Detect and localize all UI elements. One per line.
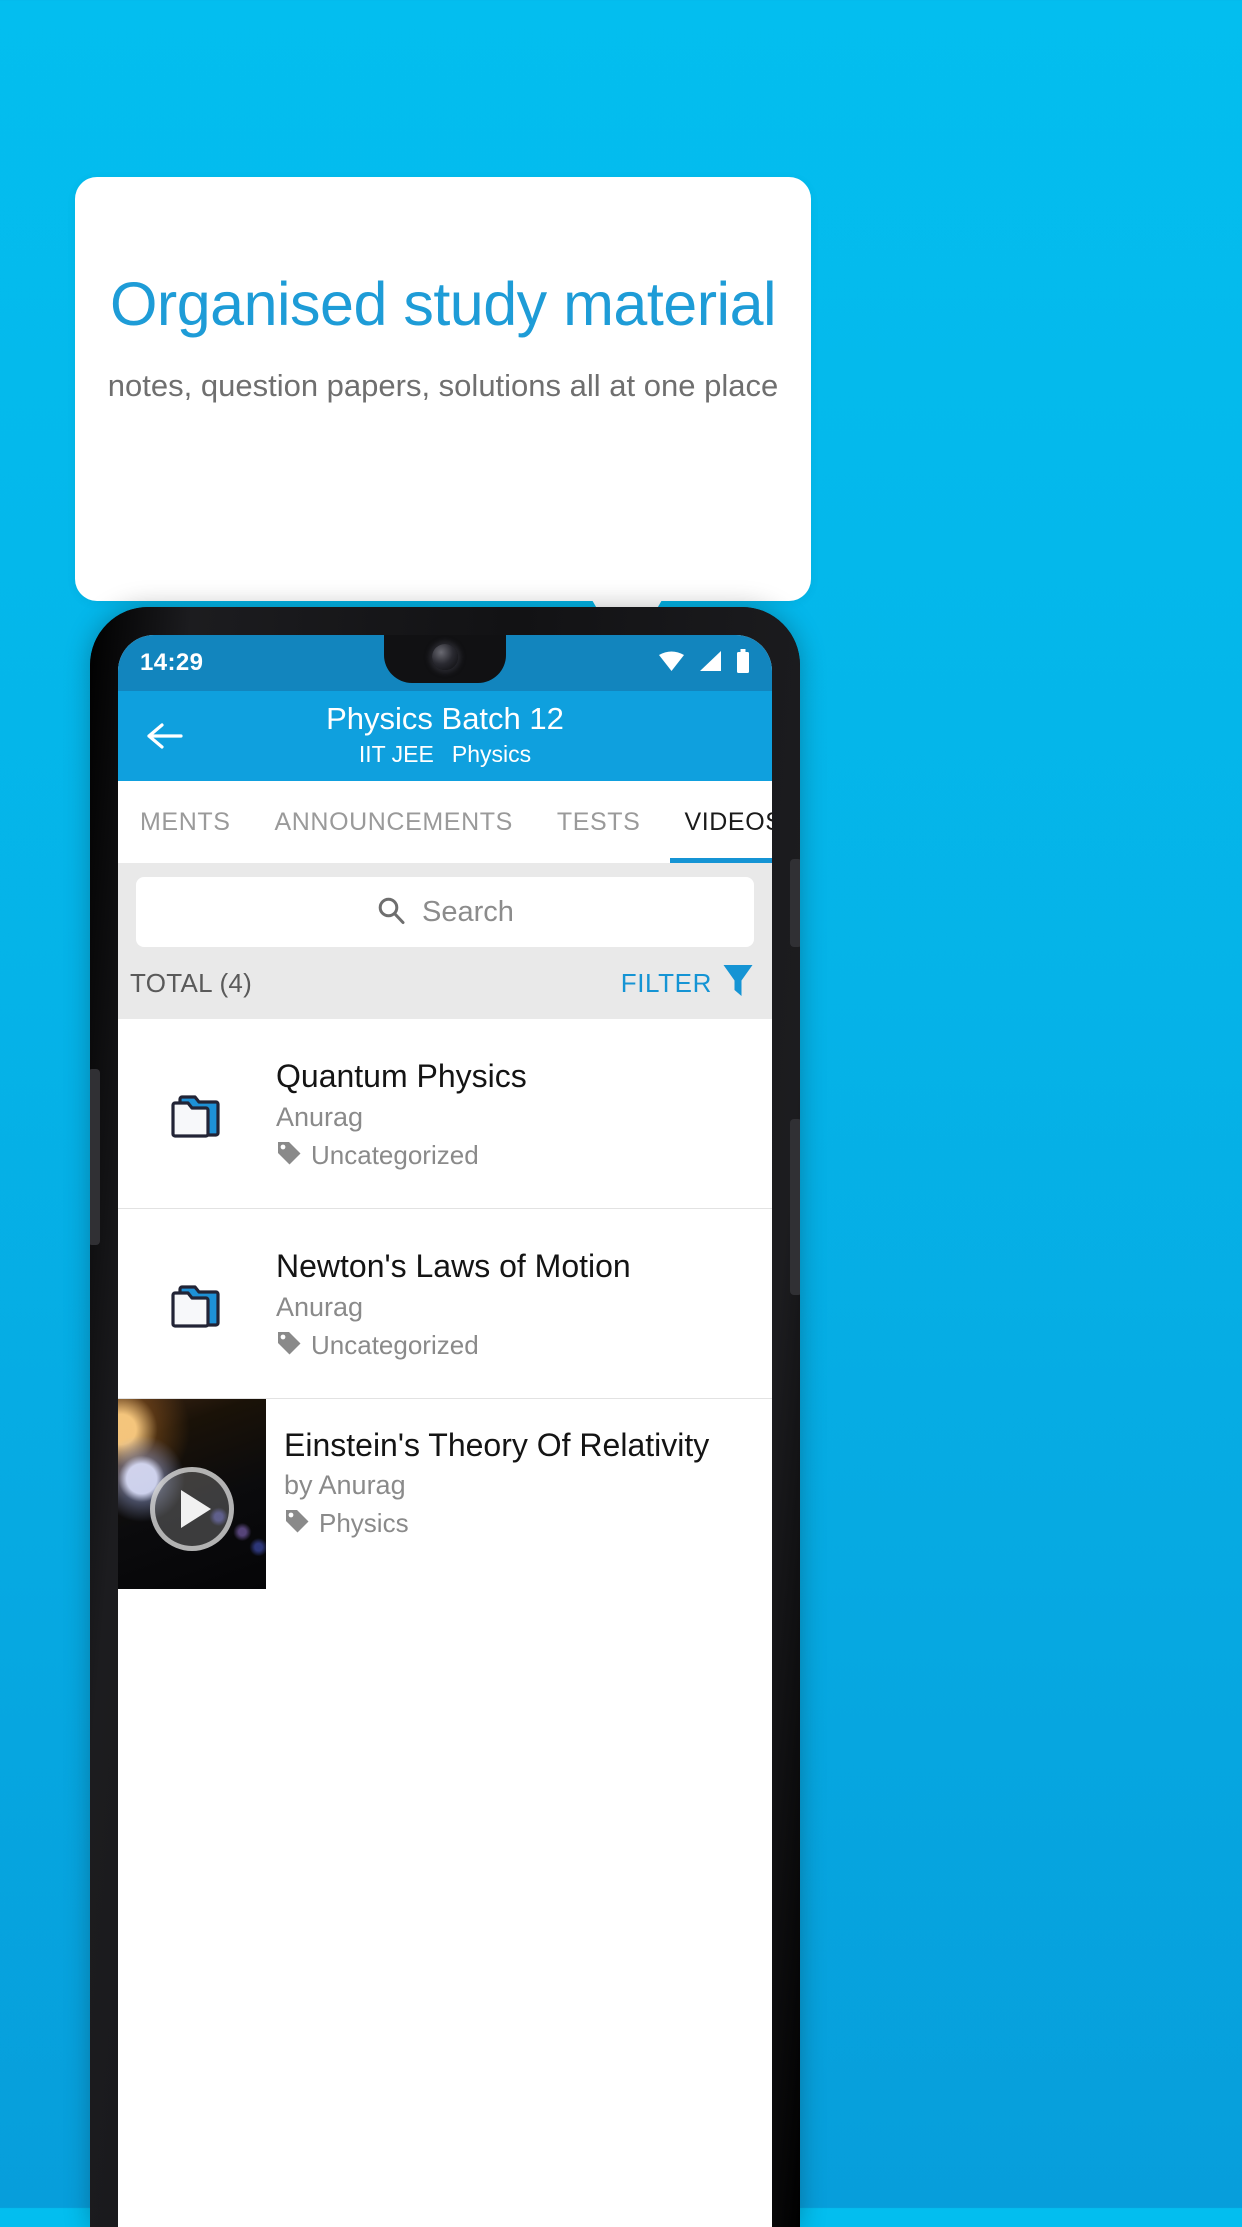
status-bar: 14:29	[118, 635, 772, 691]
list-item-author: by Anurag	[284, 1470, 406, 1500]
list-item-author: Anurag	[276, 1292, 364, 1323]
search-input[interactable]: Search	[136, 877, 754, 947]
wifi-icon	[658, 650, 685, 677]
filter-button-label: FILTER	[620, 967, 712, 998]
search-band: Search	[118, 863, 772, 947]
folder-icon	[118, 1083, 276, 1145]
list-item-tag-label: Physics	[319, 1508, 409, 1538]
folder-icon	[118, 1273, 276, 1335]
tab-announcements[interactable]: ANNOUNCEMENTS	[275, 781, 513, 863]
search-icon	[376, 895, 406, 930]
tab-assignments[interactable]: MENTS	[140, 781, 231, 863]
promo-subheadline: notes, question papers, solutions all at…	[107, 368, 779, 403]
subtitle-exam: IIT JEE	[358, 740, 434, 767]
phone-side-button-right-upper	[790, 859, 800, 947]
list-item-tag: Physics	[284, 1508, 758, 1539]
search-placeholder-text: Search	[422, 895, 514, 928]
play-triangle	[180, 1490, 211, 1529]
battery-icon	[736, 648, 750, 678]
list-item-author: Anurag	[276, 1102, 364, 1133]
tag-icon	[276, 1140, 302, 1171]
play-icon[interactable]	[150, 1467, 234, 1552]
list-item-text: Quantum Physics Anurag Uncategorized	[276, 1056, 772, 1172]
tab-bar: MENTS ANNOUNCEMENTS TESTS VIDEOS	[118, 781, 772, 863]
list-item-tag-label: Uncategorized	[311, 1140, 479, 1171]
list-item-text: Einstein's Theory Of Relativity by Anura…	[266, 1399, 772, 1589]
list-item-text: Newton's Laws of Motion Anurag Uncategor…	[276, 1246, 772, 1362]
page-subtitle: IIT JEE Physics	[118, 741, 772, 768]
funnel-icon	[722, 963, 754, 1004]
back-arrow-icon[interactable]	[138, 721, 190, 751]
status-bar-clock: 14:29	[140, 649, 204, 676]
list-item-title: Newton's Laws of Motion	[276, 1247, 631, 1284]
phone-screen: 14:29 Physics Batch 12 IIT JEE Physics M…	[118, 635, 772, 2227]
list-item-title: Quantum Physics	[276, 1057, 527, 1094]
list-item-tag: Uncategorized	[276, 1140, 756, 1171]
list-item-tag-label: Uncategorized	[311, 1330, 479, 1361]
promo-headline: Organised study material	[109, 270, 777, 338]
filter-button[interactable]: FILTER	[621, 963, 754, 1004]
list-item[interactable]: Einstein's Theory Of Relativity by Anura…	[118, 1399, 772, 1589]
list-item-tag: Uncategorized	[276, 1330, 756, 1361]
tag-icon	[284, 1508, 310, 1539]
tab-videos[interactable]: VIDEOS	[670, 781, 772, 863]
filter-row: TOTAL (4) FILTER	[118, 947, 772, 1019]
total-count-label: TOTAL (4)	[130, 967, 253, 998]
page-title: Physics Batch 12	[326, 701, 564, 736]
phone-side-button-left	[90, 1069, 100, 1245]
app-bar: Physics Batch 12 IIT JEE Physics	[118, 691, 772, 781]
phone-mockup: 14:29 Physics Batch 12 IIT JEE Physics M…	[90, 607, 800, 2227]
list-item-title: Einstein's Theory Of Relativity	[284, 1427, 710, 1463]
list-item[interactable]: Newton's Laws of Motion Anurag Uncategor…	[118, 1209, 772, 1399]
list-item[interactable]: Quantum Physics Anurag Uncategorized	[118, 1019, 772, 1209]
status-bar-icons	[658, 648, 750, 678]
camera-notch	[384, 635, 506, 683]
tab-tests[interactable]: TESTS	[557, 781, 641, 863]
subtitle-subject: Physics	[451, 740, 532, 767]
app-bar-titles: Physics Batch 12 IIT JEE Physics	[118, 700, 772, 768]
promo-card: Organised study material notes, question…	[75, 177, 811, 601]
tag-icon	[276, 1330, 302, 1361]
video-thumbnail[interactable]	[118, 1399, 266, 1589]
front-camera-icon	[432, 644, 458, 670]
phone-side-button-right-lower	[790, 1119, 800, 1295]
cellular-signal-icon	[698, 650, 723, 677]
